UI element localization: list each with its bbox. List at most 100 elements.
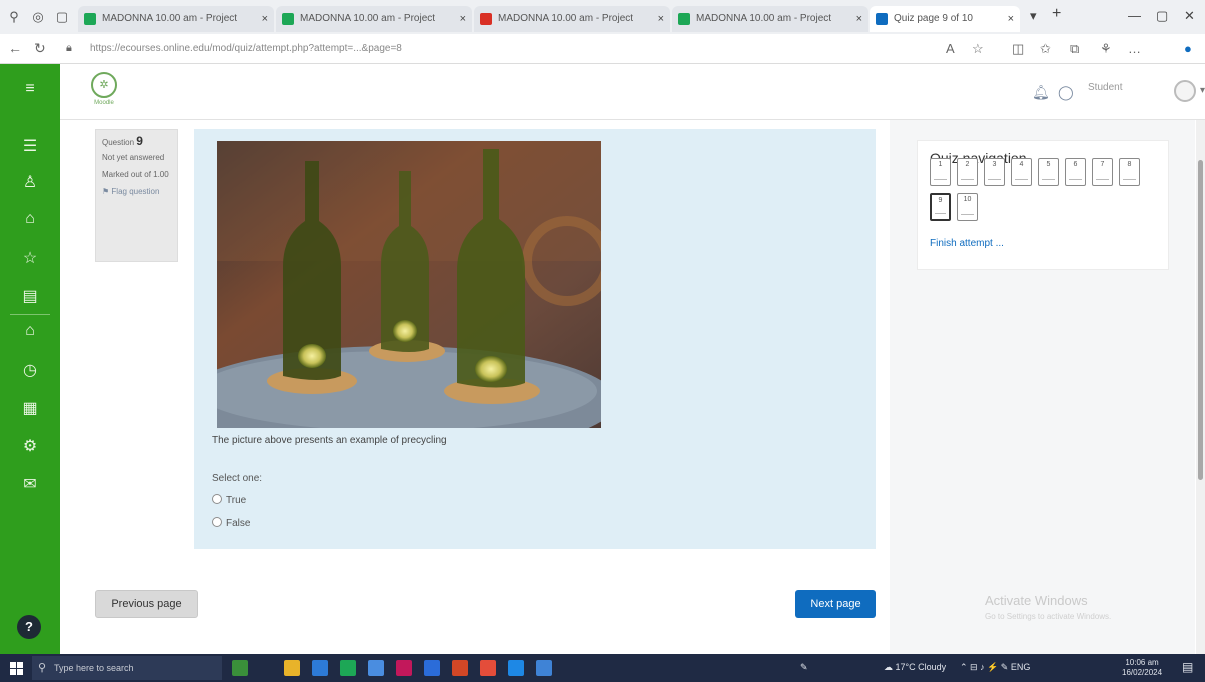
pen-icon[interactable]: ✎	[800, 662, 808, 673]
chevron-down-icon[interactable]: ▾	[1200, 85, 1205, 96]
tab-label: Quiz page 9 of 10	[894, 13, 973, 24]
edge-app-icon[interactable]	[368, 660, 384, 676]
cortana-app-icon[interactable]	[232, 660, 248, 676]
settings-icon[interactable]: ⚙	[0, 436, 60, 456]
tab-list-icon[interactable]: ▾	[1030, 8, 1037, 24]
close-tab-icon[interactable]: ×	[658, 6, 664, 32]
quiz-nav-button[interactable]: 2	[957, 158, 978, 186]
files-icon[interactable]: ▦	[0, 398, 60, 418]
tab-actions-icon[interactable]: ▢	[54, 9, 70, 25]
close-tab-icon[interactable]: ×	[1008, 6, 1014, 32]
weather-widget[interactable]: ☁ 17°C Cloudy	[884, 662, 946, 673]
taskbar-search-box[interactable]: ⚲ Type here to search	[32, 656, 222, 680]
scrollbar-thumb[interactable]	[1198, 160, 1203, 480]
split-screen-icon[interactable]: ◫	[1012, 41, 1024, 57]
option-label: True	[226, 495, 247, 506]
pdf-icon	[480, 13, 492, 25]
media-app-icon[interactable]	[396, 660, 412, 676]
file-explorer-icon[interactable]	[284, 660, 300, 676]
tab-label: MADONNA 10.00 am - Project	[498, 13, 634, 24]
teams-app-icon[interactable]	[508, 660, 524, 676]
help-button[interactable]: ?	[17, 615, 41, 639]
favorites-icon[interactable]: ✩	[1040, 41, 1051, 57]
new-tab-button[interactable]: +	[1052, 5, 1061, 23]
close-window-icon[interactable]: ✕	[1184, 8, 1195, 24]
quiz-nav-button[interactable]: 8	[1119, 158, 1140, 186]
edge-copilot-icon[interactable]: ●	[1184, 41, 1192, 56]
answer-option-false[interactable]: False	[212, 517, 250, 529]
option-label: False	[226, 518, 251, 529]
minimize-icon[interactable]: —	[1128, 8, 1141, 23]
quiz-nav-button[interactable]: 1	[930, 158, 951, 186]
back-icon[interactable]: ←	[8, 40, 22, 56]
photos-app-icon[interactable]	[536, 660, 552, 676]
radio-button[interactable]	[212, 517, 222, 527]
powerpoint-app-icon[interactable]	[452, 660, 468, 676]
browser-tab-strip: ⚲ ◎ ▢ MADONNA 10.00 am - Project × MADON…	[0, 0, 1205, 34]
menu-icon[interactable]: ≡	[0, 80, 60, 98]
quiz-nav-button-current[interactable]: 9	[930, 193, 951, 221]
extensions-icon[interactable]: ⚘	[1100, 41, 1112, 57]
notifications-bell-icon[interactable]: 🔔︎	[1032, 84, 1050, 101]
dashboard-icon[interactable]: ⌂	[0, 210, 60, 228]
url-field[interactable]: https://ecourses.online.edu/mod/quiz/att…	[90, 38, 680, 60]
collections-icon[interactable]: ⧉	[1070, 41, 1079, 57]
badges-icon[interactable]: ☆	[0, 248, 60, 268]
select-one-prompt: Select one:	[212, 473, 263, 484]
grades-icon[interactable]: ▤	[0, 286, 60, 306]
acrobat-app-icon[interactable]	[480, 660, 496, 676]
read-aloud-icon[interactable]: A	[946, 41, 955, 56]
answer-option-true[interactable]: True	[212, 494, 246, 506]
system-tray-icons[interactable]: ⌃ ⊟ ♪ ⚡ ✎ ENG	[960, 662, 1030, 673]
browser-tab-active[interactable]: Quiz page 9 of 10 ×	[870, 6, 1020, 32]
quiz-nav-button[interactable]: 6	[1065, 158, 1086, 186]
course-index-icon[interactable]: ☰	[0, 136, 60, 156]
word-app-icon[interactable]	[424, 660, 440, 676]
user-avatar[interactable]	[1174, 80, 1196, 102]
flag-question-link[interactable]: ⚑ Flag question	[102, 186, 171, 197]
messages-icon[interactable]: ◯	[1058, 84, 1074, 101]
close-tab-icon[interactable]: ×	[262, 6, 268, 32]
store-app-icon[interactable]	[312, 660, 328, 676]
refresh-icon[interactable]: ↻	[34, 40, 46, 57]
browser-tab[interactable]: MADONNA 10.00 am - Project ×	[78, 6, 274, 32]
chrome-app-icon[interactable]	[340, 660, 356, 676]
quiz-nav-button[interactable]: 10	[957, 193, 978, 221]
taskbar-clock[interactable]: 10:06 am 16/02/2024	[1122, 658, 1162, 678]
browser-tab[interactable]: MADONNA 10.00 am - Project ×	[276, 6, 472, 32]
tab-label: MADONNA 10.00 am - Project	[300, 13, 436, 24]
site-logo[interactable]: ✲ Moodle	[88, 72, 120, 110]
profile-icon[interactable]: ⚲	[6, 9, 22, 25]
home-icon[interactable]: ⌂	[0, 322, 60, 340]
next-page-button[interactable]: Next page	[795, 590, 876, 618]
user-name[interactable]: Student	[1088, 82, 1122, 93]
browser-tab[interactable]: MADONNA 10.00 am - Project ×	[474, 6, 670, 32]
radio-button[interactable]	[212, 494, 222, 504]
previous-page-button[interactable]: Previous page	[95, 590, 198, 618]
calendar-icon[interactable]: ◷	[0, 360, 60, 380]
quiz-nav-button[interactable]: 7	[1092, 158, 1113, 186]
more-menu-icon[interactable]: …	[1128, 41, 1141, 56]
workspaces-icon[interactable]: ◎	[30, 9, 46, 25]
participants-icon[interactable]: ♙	[0, 172, 60, 192]
moodle-favicon	[876, 13, 888, 25]
clock-time: 10:06 am	[1125, 658, 1159, 667]
quiz-nav-button[interactable]: 5	[1038, 158, 1059, 186]
close-tab-icon[interactable]: ×	[856, 6, 862, 32]
lock-icon[interactable]: 🔒︎	[66, 42, 72, 55]
question-number: Question 9	[102, 134, 143, 148]
question-status: Not yet answered	[102, 153, 165, 162]
browser-tab[interactable]: MADONNA 10.00 am - Project ×	[672, 6, 868, 32]
maximize-icon[interactable]: ▢	[1156, 8, 1168, 24]
notification-center-icon[interactable]: ▤	[1182, 660, 1193, 674]
favorite-star-icon[interactable]: ☆	[972, 41, 984, 57]
windows-start-icon[interactable]	[10, 662, 23, 675]
finish-attempt-link[interactable]: Finish attempt ...	[930, 238, 1004, 249]
messages-icon[interactable]: ✉	[0, 474, 60, 494]
quiz-nav-button[interactable]: 4	[1011, 158, 1032, 186]
search-placeholder: Type here to search	[54, 663, 134, 673]
activate-windows-subtext: Go to Settings to activate Windows.	[985, 612, 1112, 621]
question-image-bottle-lamps	[217, 141, 601, 428]
quiz-nav-button[interactable]: 3	[984, 158, 1005, 186]
close-tab-icon[interactable]: ×	[460, 6, 466, 32]
